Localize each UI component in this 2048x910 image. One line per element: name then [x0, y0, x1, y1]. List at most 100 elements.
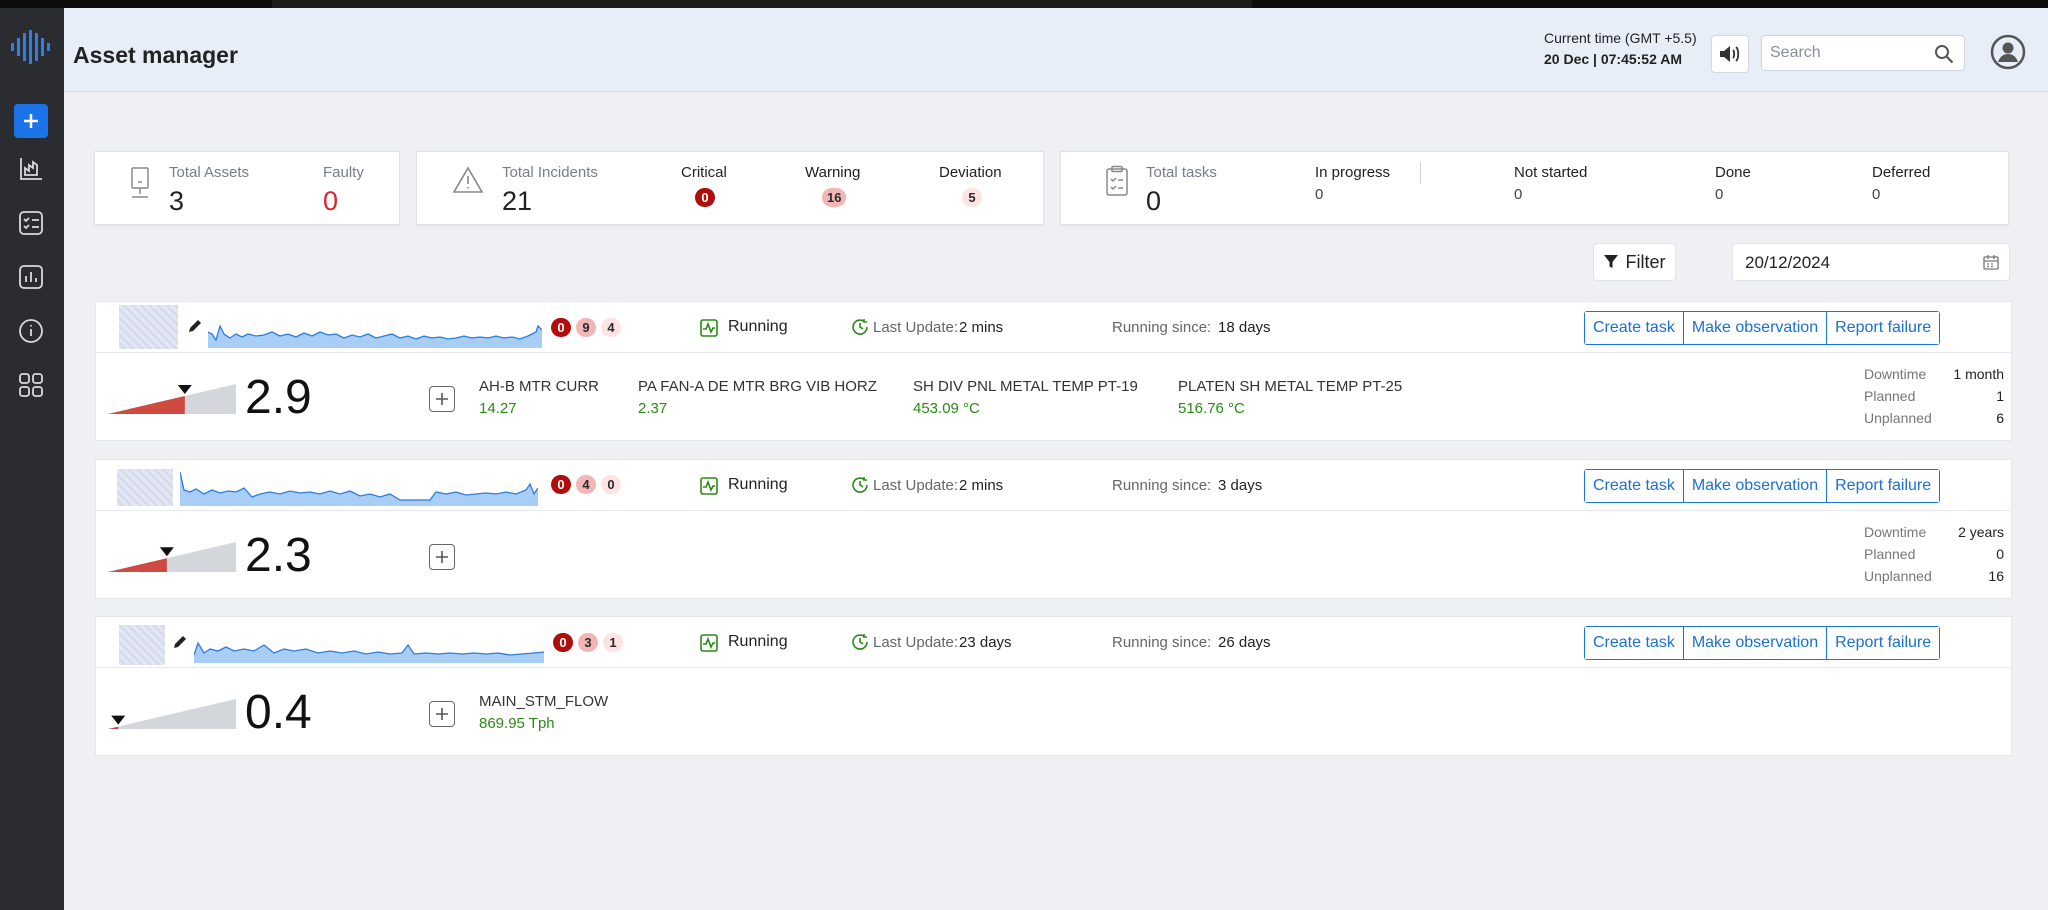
top-header: Asset manager Current time (GMT +5.5) 20… — [64, 8, 2048, 92]
total-incidents-value: 21 — [502, 186, 533, 216]
unplanned-value: 16 — [1988, 568, 2004, 584]
nav-plant-chart[interactable] — [16, 154, 46, 184]
date-picker[interactable]: 20/12/2024 — [1732, 243, 2010, 281]
sensor-value: 2.37 — [638, 400, 668, 417]
plus-icon — [24, 114, 38, 128]
create-task-button[interactable]: Create task — [1585, 470, 1684, 502]
running-since-value: 26 days — [1218, 634, 1271, 651]
asset-card: 0 3 1 Running Last Update: 23 days Runni… — [95, 616, 2012, 756]
downtime-stats: Downtime 1 month Planned 1 Unplanned 6 — [1864, 366, 2004, 432]
divider — [1420, 162, 1421, 184]
total-assets-value: 3 — [169, 186, 185, 216]
warning-triangle-icon — [452, 166, 484, 193]
total-assets-label: Total Assets — [169, 164, 250, 181]
add-sensor-button[interactable] — [429, 386, 455, 412]
sensor-reading[interactable]: SH DIV PNL METAL TEMP PT-19 453.09 °C — [913, 378, 1138, 417]
sparkline-chart — [208, 324, 542, 348]
make-observation-button[interactable]: Make observation — [1683, 470, 1828, 502]
asset-thumbnail[interactable] — [119, 305, 178, 349]
asset-card: 0 4 0 Running Last Update: 2 mins Runnin… — [95, 459, 2012, 599]
asset-card: 0 9 4 Running Last Update: 2 mins Runnin… — [95, 301, 2012, 441]
done-value: 0 — [1715, 186, 1724, 203]
make-observation-button[interactable]: Make observation — [1683, 312, 1828, 344]
unplanned-value: 6 — [1996, 410, 2004, 426]
not-started-label: Not started — [1514, 164, 1588, 181]
add-sensor-button[interactable] — [429, 544, 455, 570]
report-failure-button[interactable]: Report failure — [1827, 312, 1940, 344]
create-task-button[interactable]: Create task — [1585, 312, 1684, 344]
planned-value: 0 — [1996, 546, 2004, 562]
running-since-label: Running since: — [1112, 319, 1212, 336]
create-task-button[interactable]: Create task — [1585, 627, 1684, 659]
add-sensor-button[interactable] — [429, 701, 455, 727]
critical-badge: 0 — [551, 475, 571, 494]
sensor-name: MAIN_STM_FLOW — [479, 693, 609, 710]
user-avatar-icon[interactable] — [1990, 34, 2026, 70]
total-tasks-label: Total tasks — [1146, 164, 1217, 181]
sound-button[interactable] — [1711, 35, 1749, 73]
sensor-reading[interactable]: MAIN_STM_FLOW 869.95 Tph — [479, 693, 608, 732]
page-title: Asset manager — [73, 42, 238, 68]
asset-card-header: 0 4 0 Running Last Update: 2 mins Runnin… — [96, 460, 2011, 511]
unplanned-label: Unplanned — [1864, 568, 1932, 584]
activity-pulse-icon — [700, 477, 718, 495]
nav-reports[interactable] — [16, 262, 46, 292]
faulty-label: Faulty — [323, 164, 364, 181]
nav-checklist[interactable] — [16, 208, 46, 238]
assets-summary-card: Total Assets 3 Faulty 0 — [94, 151, 400, 225]
report-failure-button[interactable]: Report failure — [1827, 470, 1940, 502]
last-update-label: Last Update: — [873, 634, 959, 651]
sensor-reading[interactable]: AH-B MTR CURR 14.27 — [479, 378, 599, 417]
logo-icon[interactable] — [10, 30, 52, 64]
deviation-badge: 0 — [601, 475, 621, 494]
sidebar — [0, 8, 64, 910]
sparkline-chart — [194, 641, 544, 663]
tasks-summary-card: Total tasks 0 In progress 0 Not started … — [1060, 151, 2009, 225]
health-score: 2.3 — [245, 529, 312, 582]
sparkline-chart — [180, 471, 538, 506]
downtime-stats: Downtime 2 years Planned 0 Unplanned 16 — [1864, 524, 2004, 590]
search-icon[interactable] — [1934, 44, 1954, 64]
sensor-reading[interactable]: PA FAN-A DE MTR BRG VIB HORZ 2.37 — [638, 378, 877, 417]
search-box — [1761, 35, 1965, 71]
search-input[interactable] — [1770, 42, 1930, 64]
incidents-summary-card: Total Incidents 21 Critical 0 Warning 16… — [416, 151, 1044, 225]
asset-action-group: Create task Make observation Report fail… — [1584, 626, 1941, 660]
asset-card-header: 0 9 4 Running Last Update: 2 mins Runnin… — [96, 302, 2011, 353]
sensor-reading[interactable]: PLATEN SH METAL TEMP PT-25 516.76 °C — [1178, 378, 1402, 417]
calendar-icon[interactable] — [1983, 254, 1999, 270]
downtime-label: Downtime — [1864, 524, 1927, 540]
report-failure-button[interactable]: Report failure — [1827, 627, 1940, 659]
nav-info[interactable] — [16, 316, 46, 346]
pencil-edit-icon[interactable] — [172, 634, 188, 650]
pencil-edit-icon[interactable] — [187, 318, 203, 334]
plus-icon — [436, 393, 448, 405]
faulty-value: 0 — [323, 186, 339, 216]
speaker-icon — [1720, 46, 1740, 62]
asset-thumbnail[interactable] — [119, 625, 165, 665]
health-gauge — [108, 699, 236, 729]
refresh-clock-icon — [852, 319, 868, 335]
status-text: Running — [728, 633, 788, 650]
planned-value: 1 — [1996, 388, 2004, 404]
asset-action-group: Create task Make observation Report fail… — [1584, 311, 1941, 345]
status-text: Running — [728, 318, 788, 335]
last-update-value: 2 mins — [959, 319, 1004, 336]
date-value: 20/12/2024 — [1745, 253, 1831, 272]
warning-count-badge: 16 — [822, 188, 847, 207]
downtime-value: 1 month — [1953, 366, 2004, 382]
make-observation-button[interactable]: Make observation — [1683, 627, 1828, 659]
add-button[interactable] — [14, 104, 48, 138]
current-time-value: 20 Dec | 07:45:52 AM — [1544, 51, 1683, 67]
filter-button[interactable]: Filter — [1593, 243, 1676, 281]
done-label: Done — [1715, 164, 1751, 181]
critical-badge: 0 — [551, 318, 571, 337]
sensor-value: 14.27 — [479, 400, 517, 417]
health-score: 0.4 — [245, 686, 312, 739]
asset-thumbnail[interactable] — [117, 469, 173, 506]
status-text: Running — [728, 476, 788, 493]
warning-badge: 3 — [578, 633, 598, 652]
nav-apps[interactable] — [16, 370, 46, 400]
deferred-value: 0 — [1872, 186, 1881, 203]
warning-badge: 4 — [576, 475, 596, 494]
